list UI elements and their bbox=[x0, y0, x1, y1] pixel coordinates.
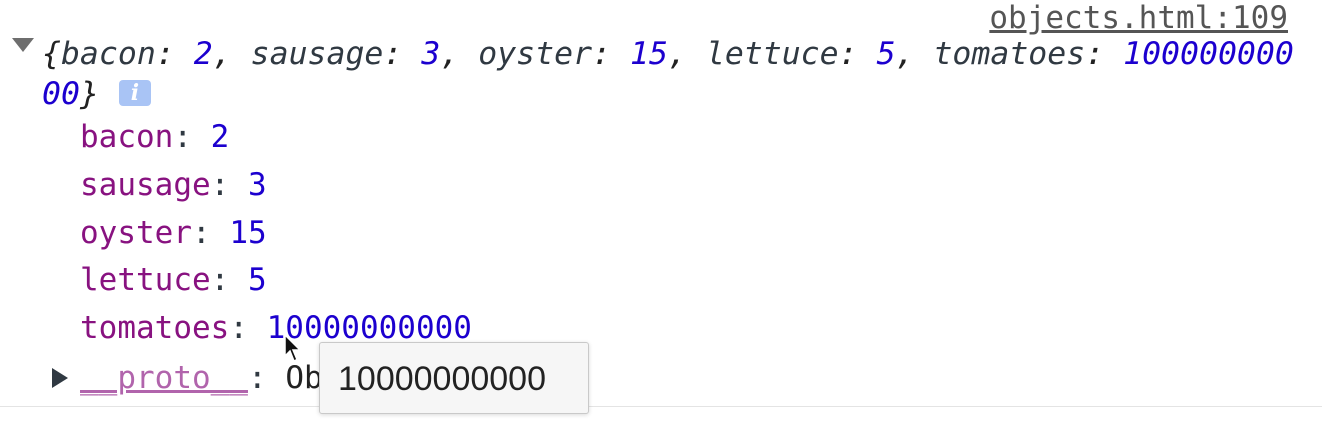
colon: : bbox=[229, 310, 267, 346]
colon: : bbox=[210, 262, 248, 298]
source-link[interactable]: objects.html:109 bbox=[989, 0, 1288, 38]
summary-key-sausage: sausage bbox=[250, 36, 384, 72]
colon: : bbox=[191, 215, 230, 251]
summary-value-sausage: 3 bbox=[421, 36, 441, 72]
property-value: 15 bbox=[229, 215, 267, 251]
summary-value-tomatoes: 10000000000 bbox=[42, 36, 1294, 112]
summary-key-lettuce: lettuce bbox=[705, 36, 839, 72]
property-key: tomatoes bbox=[80, 310, 230, 346]
mouse-pointer-icon bbox=[284, 334, 302, 363]
colon: : bbox=[173, 119, 211, 155]
colon: : bbox=[210, 167, 248, 203]
property-row-oyster[interactable]: oyster: 15 bbox=[80, 213, 267, 253]
summary-key-bacon: bacon bbox=[60, 36, 156, 72]
property-key: sausage bbox=[80, 167, 211, 203]
summary-key-tomatoes: tomatoes bbox=[933, 36, 1086, 72]
summary-value-oyster: 15 bbox=[629, 36, 668, 72]
open-brace: { bbox=[42, 36, 61, 72]
colon: : bbox=[247, 360, 286, 396]
close-brace: } bbox=[79, 76, 99, 112]
property-row-lettuce[interactable]: lettuce: 5 bbox=[80, 260, 267, 300]
property-key: bacon bbox=[80, 119, 174, 155]
object-preview: {bacon: 2, sausage: 3, oyster: 15, lettu… bbox=[42, 36, 1294, 112]
value-tooltip: 10000000000 bbox=[319, 342, 589, 414]
summary-value-bacon: 2 bbox=[193, 36, 213, 72]
property-row-sausage[interactable]: sausage: 3 bbox=[80, 165, 267, 205]
summary-key-oyster: oyster bbox=[478, 36, 593, 72]
property-key: oyster bbox=[80, 215, 192, 251]
property-row-bacon[interactable]: bacon: 2 bbox=[80, 117, 229, 157]
expanded-triangle-icon[interactable] bbox=[12, 38, 34, 52]
property-value: 3 bbox=[247, 167, 267, 203]
summary-value-lettuce: 5 bbox=[876, 36, 896, 72]
collapsed-triangle-icon[interactable] bbox=[52, 368, 68, 388]
property-key: lettuce bbox=[80, 262, 211, 298]
info-icon[interactable]: i bbox=[118, 80, 151, 106]
console-divider bbox=[0, 406, 1322, 407]
proto-key: __proto__ bbox=[80, 360, 248, 396]
property-value: 5 bbox=[247, 262, 267, 298]
property-value: 2 bbox=[210, 119, 230, 155]
